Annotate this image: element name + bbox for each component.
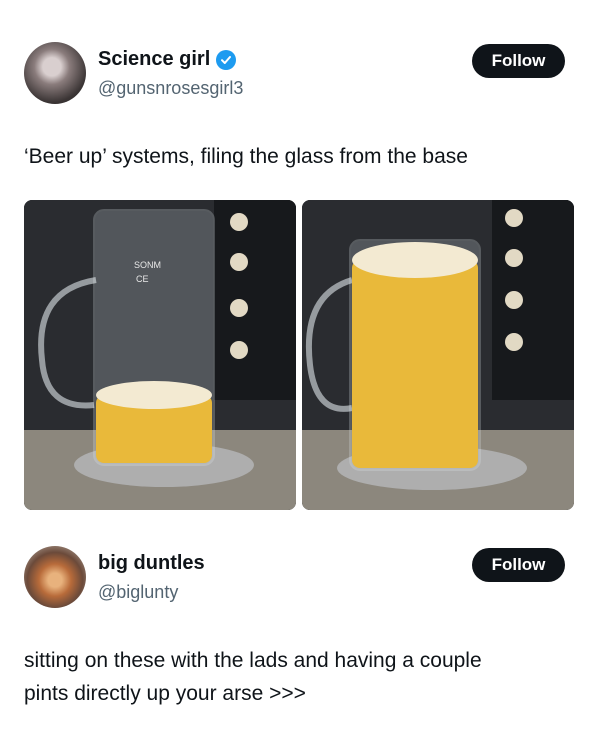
glass-label: SONM	[134, 260, 161, 270]
avatar[interactable]	[24, 42, 86, 104]
media-image-1[interactable]: SONM CE	[24, 200, 296, 510]
author-row: big duntles	[98, 552, 205, 575]
verified-badge-icon	[216, 49, 237, 70]
avatar[interactable]	[24, 546, 86, 608]
author-name[interactable]: big duntles	[98, 552, 205, 575]
author-handle[interactable]: @biglunty	[98, 582, 178, 603]
follow-button[interactable]: Follow	[472, 548, 565, 582]
tweet-text: ‘Beer up’ systems, filing the glass from…	[24, 145, 468, 168]
tweet-text-line-1: sitting on these with the lads and havin…	[24, 649, 482, 672]
follow-button[interactable]: Follow	[472, 44, 565, 78]
author-name[interactable]: Science girl	[98, 48, 210, 71]
author-handle[interactable]: @gunsnrosesgirl3	[98, 78, 243, 99]
ce-mark: CE	[136, 274, 149, 284]
media-image-2[interactable]	[302, 200, 574, 510]
tweet-text-line-2: pints directly up your arse >>>	[24, 682, 306, 705]
author-row: Science girl	[98, 48, 237, 71]
tweet-text: sitting on these with the lads and havin…	[24, 644, 584, 710]
media-gallery[interactable]: SONM CE	[24, 200, 574, 510]
